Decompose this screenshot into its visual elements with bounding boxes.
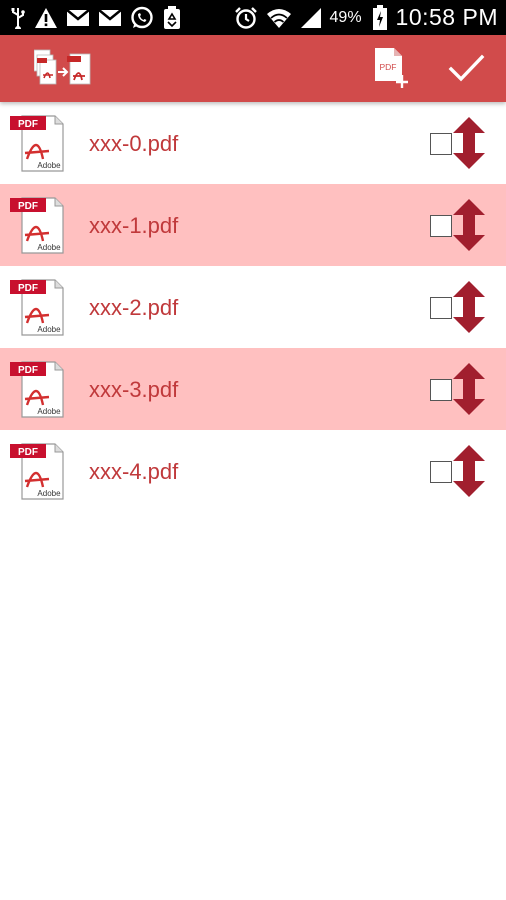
file-name: xxx-2.pdf xyxy=(89,295,179,320)
checkmark-icon xyxy=(448,54,485,82)
pdf-file-list: PDF Adobe xxx-0.pdf PDF Adobe xxx-1.pdf xyxy=(0,102,506,512)
file-name: xxx-4.pdf xyxy=(89,459,179,484)
gmail-icon xyxy=(66,8,90,27)
svg-text:Adobe: Adobe xyxy=(37,407,61,416)
usb-icon xyxy=(10,7,26,29)
file-name: xxx-1.pdf xyxy=(89,213,179,238)
confirm-button[interactable] xyxy=(446,49,486,89)
file-name: xxx-0.pdf xyxy=(89,131,179,156)
pdf-file-icon: PDF Adobe xyxy=(9,113,67,173)
svg-text:Adobe: Adobe xyxy=(37,325,61,334)
add-pdf-button[interactable]: PDF xyxy=(372,47,412,89)
reorder-handle-icon[interactable] xyxy=(452,117,486,169)
clock-time: 10:58 PM xyxy=(395,4,498,30)
pdf-merge-logo-icon xyxy=(33,48,94,88)
svg-text:PDF: PDF xyxy=(18,201,38,212)
file-row[interactable]: PDF Adobe xxx-4.pdf xyxy=(0,430,506,512)
svg-text:PDF: PDF xyxy=(18,119,38,130)
select-checkbox[interactable] xyxy=(430,379,452,401)
svg-text:PDF: PDF xyxy=(18,283,38,294)
svg-text:PDF: PDF xyxy=(380,62,397,72)
warning-icon xyxy=(34,7,58,29)
select-checkbox[interactable] xyxy=(430,297,452,319)
svg-text:PDF: PDF xyxy=(18,447,38,458)
battery-icon xyxy=(372,4,388,31)
pdf-file-icon: PDF Adobe xyxy=(9,441,67,501)
system-indicators: 49% 10:58 PM xyxy=(234,4,498,31)
wifi-icon xyxy=(266,7,292,29)
svg-text:Adobe: Adobe xyxy=(37,489,61,498)
file-row[interactable]: PDF Adobe xxx-1.pdf xyxy=(0,184,506,266)
file-row[interactable]: PDF Adobe xxx-0.pdf xyxy=(0,102,506,184)
status-bar: 49% 10:58 PM xyxy=(0,0,506,35)
gmail-icon xyxy=(98,8,122,27)
svg-text:PDF: PDF xyxy=(18,365,38,376)
pdf-file-icon: PDF Adobe xyxy=(9,359,67,419)
reorder-handle-icon[interactable] xyxy=(452,445,486,497)
select-checkbox[interactable] xyxy=(430,133,452,155)
recycle-icon xyxy=(162,5,182,30)
alarm-icon xyxy=(234,6,258,30)
reorder-handle-icon[interactable] xyxy=(452,199,486,251)
pdf-add-icon: PDF xyxy=(375,48,408,88)
svg-text:Adobe: Adobe xyxy=(37,161,61,170)
notification-icons xyxy=(10,5,182,30)
file-name: xxx-3.pdf xyxy=(89,377,179,402)
pdf-file-icon: PDF Adobe xyxy=(9,277,67,337)
select-checkbox[interactable] xyxy=(430,461,452,483)
file-row[interactable]: PDF Adobe xxx-2.pdf xyxy=(0,266,506,348)
reorder-handle-icon[interactable] xyxy=(452,281,486,333)
file-row[interactable]: PDF Adobe xxx-3.pdf xyxy=(0,348,506,430)
whatsapp-icon xyxy=(130,6,154,30)
reorder-handle-icon[interactable] xyxy=(452,363,486,415)
select-checkbox[interactable] xyxy=(430,215,452,237)
battery-percent: 49% xyxy=(329,8,362,26)
app-bar: PDF xyxy=(0,35,506,102)
svg-text:Adobe: Adobe xyxy=(37,243,61,252)
signal-icon xyxy=(300,7,322,29)
pdf-file-icon: PDF Adobe xyxy=(9,195,67,255)
